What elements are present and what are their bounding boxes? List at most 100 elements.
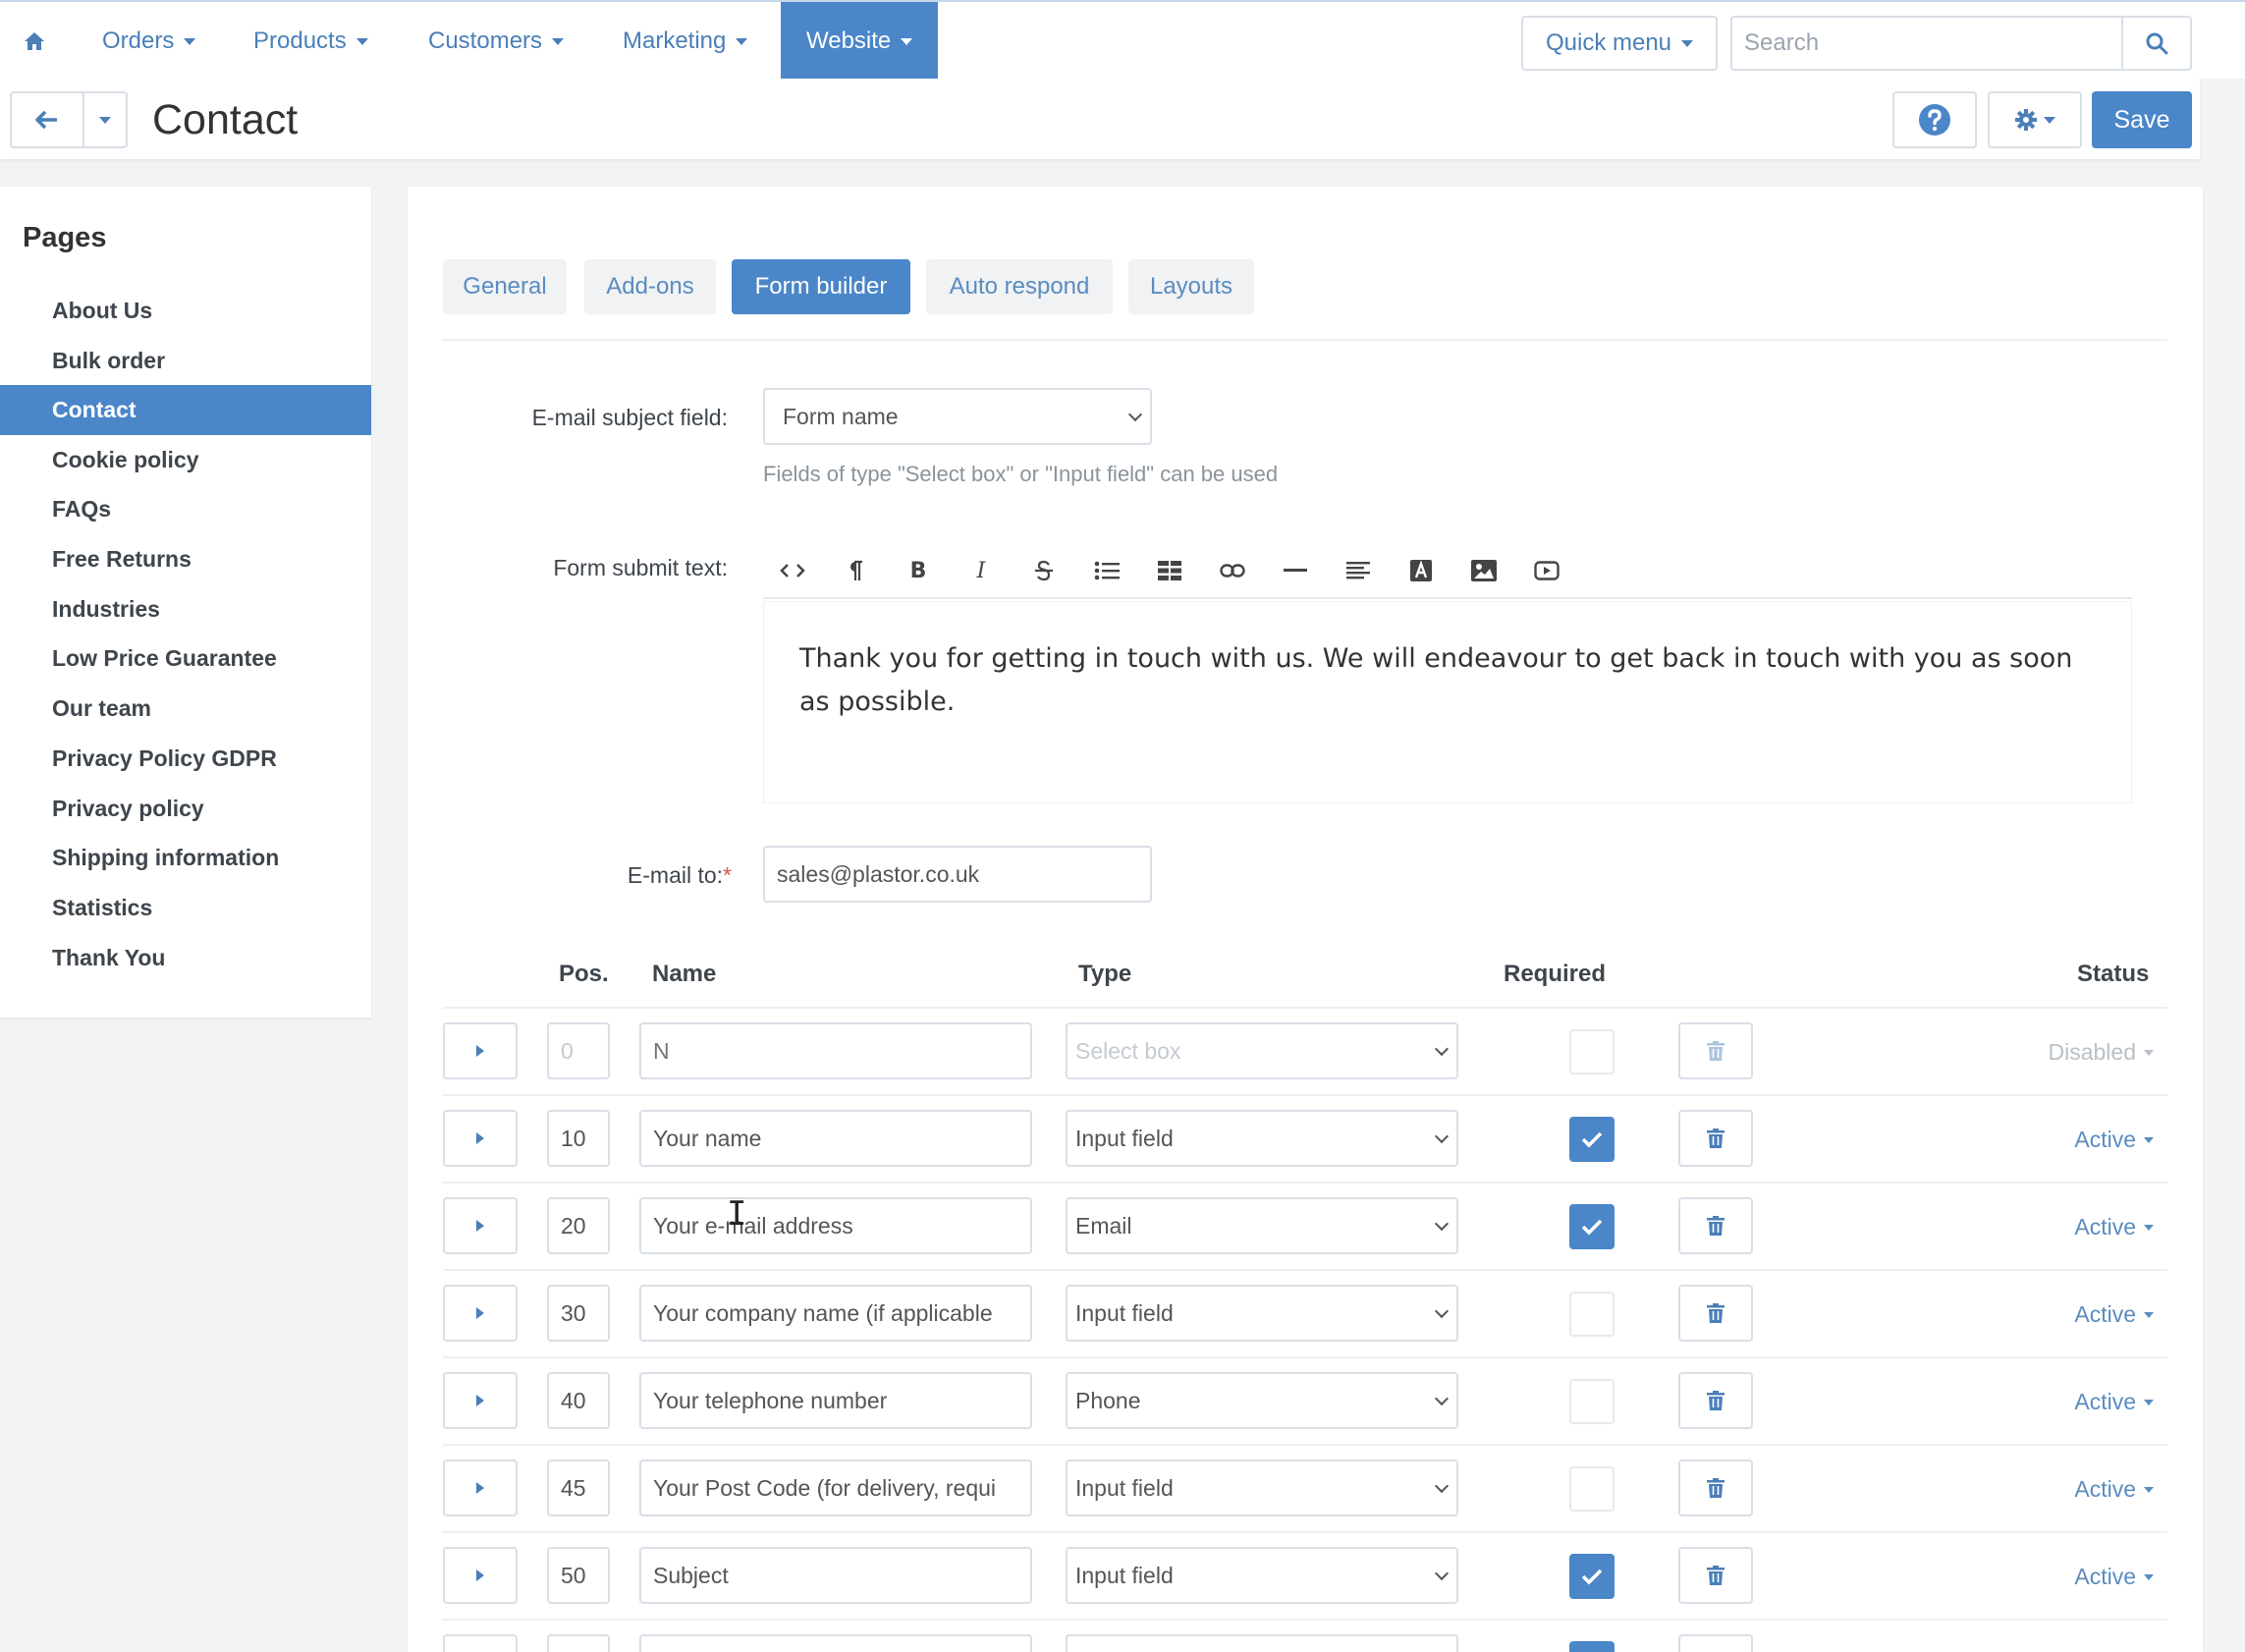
position-input[interactable] xyxy=(547,1459,610,1516)
field-type-select[interactable]: Select box xyxy=(1066,1022,1458,1079)
position-input[interactable] xyxy=(547,1372,610,1429)
expand-row-button[interactable] xyxy=(443,1459,518,1516)
delete-button[interactable] xyxy=(1678,1022,1753,1079)
field-name-input[interactable] xyxy=(639,1634,1032,1652)
delete-button[interactable] xyxy=(1678,1197,1753,1254)
sidebar-item-bulk-order[interactable]: Bulk order xyxy=(0,336,371,386)
help-button[interactable] xyxy=(1892,91,1977,148)
bold-icon[interactable]: B xyxy=(897,550,940,591)
required-checkbox[interactable] xyxy=(1569,1204,1615,1249)
sidebar-item-statistics[interactable]: Statistics xyxy=(0,883,371,933)
status-dropdown[interactable]: Active xyxy=(2074,1096,2154,1184)
sidebar-item-free-returns[interactable]: Free Returns xyxy=(0,534,371,584)
delete-button[interactable] xyxy=(1678,1634,1753,1652)
quick-menu-button[interactable]: Quick menu xyxy=(1521,16,1718,71)
text-color-icon[interactable] xyxy=(1399,550,1443,591)
required-checkbox[interactable] xyxy=(1569,1554,1615,1599)
position-input[interactable] xyxy=(547,1022,610,1079)
nav-customers[interactable]: Customers xyxy=(428,2,565,81)
sidebar-item-faqs[interactable]: FAQs xyxy=(0,484,371,534)
field-name-input[interactable] xyxy=(639,1022,1032,1079)
nav-home[interactable] xyxy=(24,2,51,81)
status-dropdown[interactable]: Active xyxy=(2074,1184,2154,1271)
field-name-input[interactable] xyxy=(639,1459,1032,1516)
back-dropdown-button[interactable] xyxy=(82,91,128,148)
email-to-input[interactable] xyxy=(763,846,1152,903)
field-name-input[interactable] xyxy=(639,1285,1032,1342)
horizontal-rule-icon[interactable] xyxy=(1274,550,1317,591)
save-button[interactable]: Save xyxy=(2092,91,2192,148)
strikethrough-icon[interactable] xyxy=(1022,550,1066,591)
italic-icon[interactable]: I xyxy=(959,550,1003,591)
field-type-select[interactable] xyxy=(1066,1634,1458,1652)
tab-add-ons[interactable]: Add-ons xyxy=(584,259,716,314)
email-subject-select[interactable]: Form name xyxy=(763,388,1152,445)
nav-marketing[interactable]: Marketing xyxy=(623,2,748,81)
field-name-input[interactable] xyxy=(639,1547,1032,1604)
status-dropdown[interactable]: Active xyxy=(2074,1533,2154,1621)
nav-products[interactable]: Products xyxy=(253,2,368,81)
link-icon[interactable] xyxy=(1211,550,1254,591)
required-checkbox[interactable] xyxy=(1569,1641,1615,1652)
tab-form-builder[interactable]: Form builder xyxy=(732,259,910,314)
expand-row-button[interactable] xyxy=(443,1547,518,1604)
expand-row-button[interactable] xyxy=(443,1372,518,1429)
nav-website[interactable]: Website xyxy=(781,2,939,81)
field-type-select[interactable]: Email xyxy=(1066,1197,1458,1254)
delete-button[interactable] xyxy=(1678,1110,1753,1167)
field-name-input[interactable] xyxy=(639,1110,1032,1167)
field-type-select[interactable]: Phone xyxy=(1066,1372,1458,1429)
sidebar-item-low-price-guarantee[interactable]: Low Price Guarantee xyxy=(0,633,371,684)
code-view-icon[interactable] xyxy=(771,550,814,591)
field-type-select[interactable]: Input field xyxy=(1066,1547,1458,1604)
search-input[interactable] xyxy=(1730,16,2123,71)
field-type-select[interactable]: Input field xyxy=(1066,1285,1458,1342)
tab-auto-respond[interactable]: Auto respond xyxy=(926,259,1113,314)
form-submit-text-editor[interactable]: Thank you for getting in touch with us. … xyxy=(763,601,2132,803)
image-icon[interactable] xyxy=(1462,550,1506,591)
back-button[interactable] xyxy=(10,91,84,148)
position-input[interactable] xyxy=(547,1197,610,1254)
position-input[interactable] xyxy=(547,1285,610,1342)
delete-button[interactable] xyxy=(1678,1285,1753,1342)
delete-button[interactable] xyxy=(1678,1372,1753,1429)
paragraph-icon[interactable] xyxy=(834,550,877,591)
delete-button[interactable] xyxy=(1678,1459,1753,1516)
status-dropdown[interactable]: Disabled xyxy=(2049,1009,2154,1096)
required-checkbox[interactable] xyxy=(1569,1029,1615,1074)
field-name-input[interactable] xyxy=(639,1372,1032,1429)
expand-row-button[interactable] xyxy=(443,1285,518,1342)
sidebar-item-thank-you[interactable]: Thank You xyxy=(0,933,371,983)
sidebar-item-about-us[interactable]: About Us xyxy=(0,286,371,336)
align-icon[interactable] xyxy=(1337,550,1380,591)
field-name-input[interactable] xyxy=(639,1197,1032,1254)
sidebar-item-privacy-policy[interactable]: Privacy policy xyxy=(0,784,371,834)
bullet-list-icon[interactable] xyxy=(1085,550,1128,591)
status-dropdown[interactable]: Active xyxy=(2074,1271,2154,1358)
field-type-select[interactable]: Input field xyxy=(1066,1110,1458,1167)
sidebar-item-industries[interactable]: Industries xyxy=(0,584,371,634)
position-input[interactable] xyxy=(547,1634,610,1652)
video-icon[interactable] xyxy=(1525,550,1568,591)
status-dropdown[interactable]: Active xyxy=(2074,1446,2154,1533)
position-input[interactable] xyxy=(547,1110,610,1167)
status-dropdown[interactable]: Active xyxy=(2074,1358,2154,1446)
position-input[interactable] xyxy=(547,1547,610,1604)
field-type-select[interactable]: Input field xyxy=(1066,1459,1458,1516)
sidebar-item-contact[interactable]: Contact xyxy=(0,385,371,435)
expand-row-button[interactable] xyxy=(443,1197,518,1254)
expand-row-button[interactable] xyxy=(443,1022,518,1079)
tab-layouts[interactable]: Layouts xyxy=(1128,259,1254,314)
settings-button[interactable] xyxy=(1988,91,2082,148)
required-checkbox[interactable] xyxy=(1569,1292,1615,1337)
sidebar-item-cookie-policy[interactable]: Cookie policy xyxy=(0,435,371,485)
table-icon[interactable] xyxy=(1148,550,1191,591)
search-button[interactable] xyxy=(2121,16,2192,71)
delete-button[interactable] xyxy=(1678,1547,1753,1604)
required-checkbox[interactable] xyxy=(1569,1379,1615,1424)
required-checkbox[interactable] xyxy=(1569,1117,1615,1162)
sidebar-item-privacy-policy-gdpr[interactable]: Privacy Policy GDPR xyxy=(0,734,371,784)
expand-row-button[interactable] xyxy=(443,1110,518,1167)
tab-general[interactable]: General xyxy=(443,259,567,314)
nav-orders[interactable]: Orders xyxy=(102,2,196,81)
